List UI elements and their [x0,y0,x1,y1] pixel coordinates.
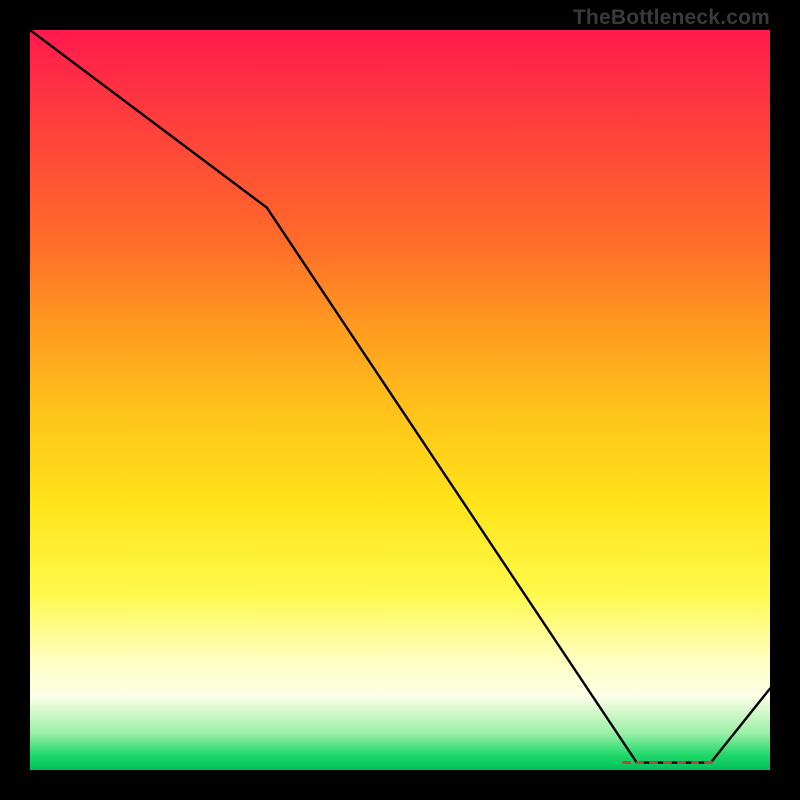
dash-segment [622,761,631,764]
dash-segment [677,761,686,764]
chart-frame: TheBottleneck.com [0,0,800,800]
attribution-text: TheBottleneck.com [573,6,770,30]
dash-segment [704,761,713,764]
line-curve [30,30,770,770]
min-marker-dashes [622,761,718,765]
curve-path [30,30,770,763]
dash-segment [636,761,645,764]
dash-segment [649,761,658,764]
dash-segment [691,761,700,764]
dash-segment [663,761,672,764]
plot-area [30,30,770,770]
